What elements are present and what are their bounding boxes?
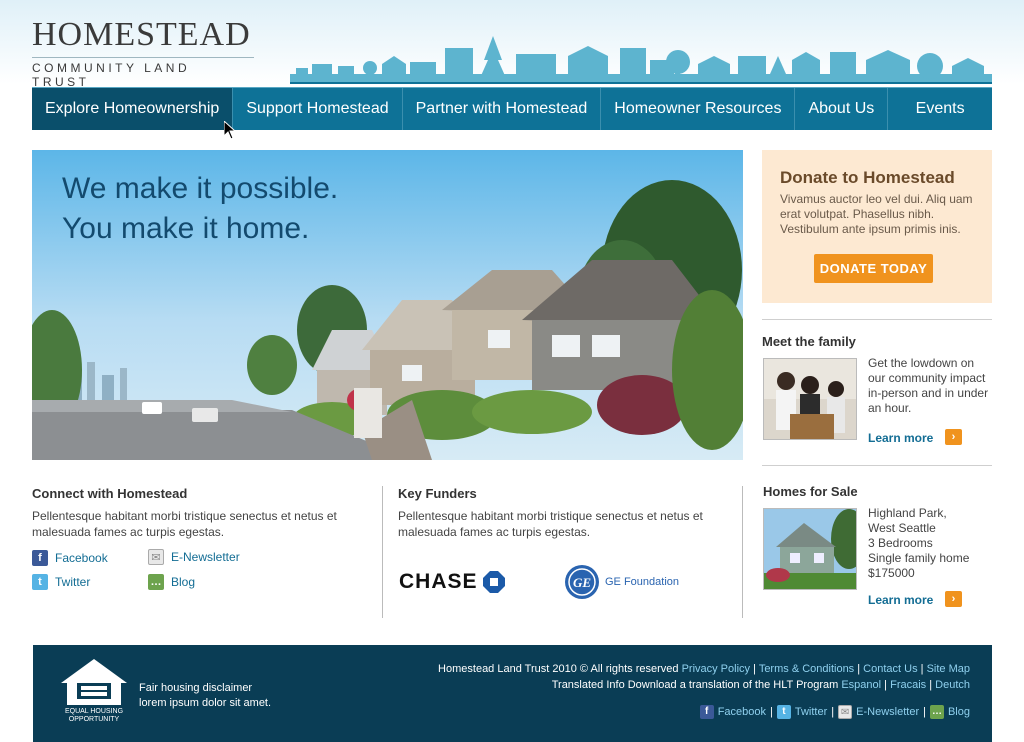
footer-facebook-link[interactable]: Facebook [718,706,766,718]
ge-foundation-logo[interactable]: GE GE Foundation [564,564,679,600]
twitter-icon: t [776,705,791,719]
hero-banner: We make it possible. You make it home. [32,150,743,460]
divider [762,465,992,466]
logo-title: Homestead [32,16,251,53]
nav-explore-homeownership[interactable]: Explore Homeownership [32,88,234,130]
footer-enewsletter-link[interactable]: E-Newsletter [856,706,919,718]
envelope-icon: ✉ [838,705,853,719]
chevron-right-icon[interactable]: › [945,591,962,607]
hero-headline-2: You make it home. [62,212,310,245]
footer-translation-row: Translated Info Download a translation o… [551,679,970,691]
facebook-icon: f [699,705,714,719]
ge-monogram-icon: GE [565,565,599,599]
facebook-icon: f [32,550,48,566]
twitter-icon: t [32,574,48,590]
footer-blog-link[interactable]: Blog [948,706,970,718]
footer-social-links: f Facebook | t Twitter | ✉ E-Newsletter … [699,705,970,719]
site-footer: EQUAL HOUSING OPPORTUNITY Fair housing d… [33,645,992,742]
enewsletter-link[interactable]: ✉ E-Newsletter [148,549,240,565]
site-map-link[interactable]: Site Map [927,663,970,675]
family-text: Get the lowdown on our community impact … [868,356,989,415]
home-listing-details: Highland Park, West Seattle 3 Bedrooms S… [868,506,970,580]
footer-links-row: Homestead Land Trust 2010 © All rights r… [438,663,970,675]
main-navigation: Explore Homeownership Support Homestead … [32,87,992,130]
contact-us-link[interactable]: Contact Us [863,663,917,675]
column-divider [382,486,383,618]
connect-title: Connect with Homestead [32,486,188,501]
mouse-cursor-icon [224,121,236,140]
divider [762,319,992,320]
speech-bubble-icon: … [929,705,944,719]
nav-events[interactable]: Events [888,88,992,130]
donate-panel: Donate to Homestead Vivamus auctor leo v… [762,150,992,303]
house-photo-image [764,509,856,589]
fair-housing-disclaimer: Fair housing disclaimer lorem ipsum dolo… [139,682,272,709]
facebook-link[interactable]: f Facebook [32,550,108,566]
donate-today-button[interactable]: DONATE TODAY [814,254,933,283]
funders-text: Pellentesque habitant morbi tristique se… [398,509,703,539]
privacy-policy-link[interactable]: Privacy Policy [682,663,750,675]
blog-link[interactable]: … Blog [148,574,195,590]
column-divider [742,486,743,618]
skyline-illustration [290,36,992,84]
deutsch-link[interactable]: Deutch [935,679,970,691]
family-learn-more-link[interactable]: Learn more [868,431,933,445]
donate-title: Donate to Homestead [780,168,955,187]
envelope-icon: ✉ [148,549,164,565]
family-photo-image [764,359,856,439]
chase-octagon-icon [482,571,505,593]
site-logo[interactable]: Homestead Community Land Trust [32,16,254,89]
nav-homeowner-resources[interactable]: Homeowner Resources [601,88,796,130]
chase-logo[interactable]: CHASE [399,570,505,594]
family-photo [763,358,857,440]
homes-for-sale-title: Homes for Sale [763,484,858,499]
chevron-right-icon[interactable]: › [945,429,962,445]
nav-support-homestead[interactable]: Support Homestead [233,88,403,130]
equal-housing-label: EQUAL HOUSING OPPORTUNITY [64,708,124,723]
twitter-link[interactable]: t Twitter [32,574,90,590]
equal-housing-icon [61,659,127,705]
key-funders-title: Key Funders [398,486,477,501]
hero-headline-1: We make it possible. [62,172,339,205]
francais-link[interactable]: Fracais [890,679,926,691]
nav-partner-with-homestead[interactable]: Partner with Homestead [403,88,602,130]
espanol-link[interactable]: Espanol [841,679,881,691]
speech-bubble-icon: … [148,574,164,590]
terms-link[interactable]: Terms & Conditions [759,663,854,675]
home-for-sale-photo [763,508,857,590]
footer-twitter-link[interactable]: Twitter [795,706,827,718]
nav-about-us[interactable]: About Us [795,88,889,130]
logo-subtitle: Community Land Trust [32,57,254,89]
homes-learn-more-link[interactable]: Learn more [868,593,933,607]
meet-family-title: Meet the family [762,334,856,349]
donate-text: Vivamus auctor leo vel dui. Aliq uam era… [780,192,973,236]
svg-text:GE: GE [573,575,591,590]
connect-text: Pellentesque habitant morbi tristique se… [32,509,337,539]
